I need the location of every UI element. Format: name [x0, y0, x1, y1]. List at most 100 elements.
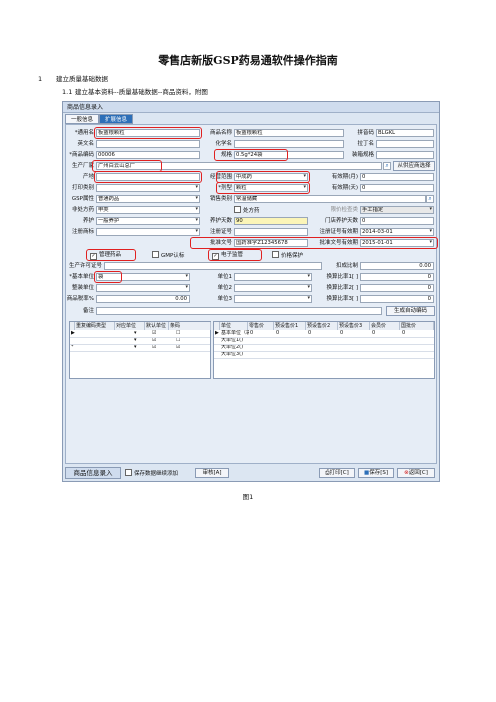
storage-unit-label: 整装单位: [71, 285, 94, 291]
ratio3-input[interactable]: 0: [360, 295, 434, 303]
default-unit-checkbox[interactable]: ☑: [152, 330, 156, 337]
default-unit-checkbox[interactable]: ☑: [152, 337, 156, 344]
origin-label: 产地: [82, 174, 94, 180]
price-row-unit[interactable]: 大单位3(): [221, 351, 243, 358]
grid-line: [214, 337, 434, 338]
barcode-grid: 重复编码类型 对应单位 默认单位 条码 ▶ ▾ ☑ ☐ ▾ ☑ ☐ * ▾ ☑ …: [69, 321, 211, 379]
price-cell[interactable]: 0: [340, 330, 343, 337]
grid-line: [70, 337, 210, 338]
price-cell[interactable]: 0: [308, 330, 311, 337]
generic-name-label: *通用名: [74, 130, 94, 136]
search-icon[interactable]: ⌕: [383, 162, 391, 170]
validity-day-input[interactable]: 0: [360, 184, 434, 192]
prescription-checkbox[interactable]: 处方药: [234, 206, 260, 215]
unit2-select[interactable]: [234, 284, 312, 292]
dropdown-icon[interactable]: ▾: [134, 344, 137, 351]
package-spec-label: 装箱规格: [351, 152, 374, 158]
price-cell[interactable]: 0: [250, 330, 253, 337]
default-unit-checkbox[interactable]: ☑: [152, 344, 156, 351]
validity-day-label: 有效期(天): [331, 185, 358, 191]
english-name-input[interactable]: [96, 140, 200, 148]
latin-name-input[interactable]: [376, 140, 434, 148]
storage-unit-select[interactable]: [96, 284, 190, 292]
print-category-label: 打印类别: [71, 185, 94, 191]
price-row-unit[interactable]: 基本单位（袋）: [221, 330, 249, 337]
barcode-checkbox[interactable]: ☐: [176, 330, 180, 337]
latin-name-label: 拉丁名: [357, 141, 374, 147]
unit3-label: 单位3: [217, 296, 233, 302]
sales-category-input[interactable]: 常温储藏: [234, 195, 426, 203]
chemical-name-input[interactable]: [234, 140, 344, 148]
package-spec-input[interactable]: [376, 151, 434, 159]
store-maintenance-days-input[interactable]: 0: [360, 217, 434, 225]
validity-month-input[interactable]: 0: [360, 173, 434, 181]
unit1-select[interactable]: [234, 273, 312, 281]
save-button[interactable]: ■保存[S]: [358, 468, 394, 478]
section-number: 1: [38, 75, 43, 83]
highlight-origin: [94, 171, 202, 183]
limit-model-select[interactable]: 手工指定: [360, 206, 434, 214]
price-cell[interactable]: 0: [372, 330, 375, 337]
form-pane: *通用名 板蓝根颗粒 商品名称 板蓝根颗粒 拼音码 BLGKL 英文名 化学名 …: [65, 124, 438, 464]
audit-button[interactable]: 审核[A]: [195, 468, 229, 478]
grid-header: 预设售价2: [306, 322, 338, 330]
license-no-input[interactable]: [104, 262, 322, 270]
pinyin-input[interactable]: BLGKL: [376, 129, 434, 137]
price-protect-checkbox[interactable]: 价格保护: [272, 251, 303, 260]
tax-rate-input[interactable]: 0.00: [96, 295, 190, 303]
checkbox-box: [234, 206, 241, 213]
unit3-select[interactable]: [234, 295, 312, 303]
reg-cert-input[interactable]: [234, 228, 308, 236]
ratio2-input[interactable]: 0: [360, 284, 434, 292]
maintenance-select[interactable]: 一般养护: [96, 217, 200, 225]
section-text: 建立质量基础数据: [56, 75, 108, 83]
continue-add-label: 保存数据继续添加: [134, 471, 179, 477]
auto-code-button[interactable]: 生成自动编码: [386, 306, 435, 316]
bottom-tab[interactable]: 商品信息录入: [65, 467, 121, 479]
prescription-label: 处方药: [243, 208, 260, 214]
grid-line: [70, 344, 210, 345]
choose-supplier-button[interactable]: 从供应商选择: [393, 161, 435, 171]
otc-drug-select[interactable]: 甲类: [96, 206, 200, 214]
price-row-unit[interactable]: 大单位1(): [221, 337, 243, 344]
ratio1-label: 换算比率1[ ]: [326, 274, 358, 280]
price-cell[interactable]: 0: [276, 330, 279, 337]
price-cell[interactable]: 0: [402, 330, 405, 337]
barcode-checkbox[interactable]: ☐: [176, 337, 180, 344]
maintenance-days-input[interactable]: 90: [234, 217, 308, 225]
save-button-label: 保存[S]: [369, 470, 388, 476]
dropdown-icon[interactable]: ▾: [134, 330, 137, 337]
gmp-label: GMP认标: [161, 253, 185, 259]
price-protect-label: 价格保护: [281, 253, 304, 259]
row-pointer-icon: ▶: [71, 330, 75, 336]
deduct-ratio-input[interactable]: 0.00: [360, 262, 434, 270]
ratio1-input[interactable]: 0: [360, 273, 434, 281]
trademark-select[interactable]: [96, 228, 200, 236]
gmp-checkbox[interactable]: GMP认标: [152, 251, 184, 260]
price-row-unit[interactable]: 大单位2(): [221, 344, 243, 351]
gsp-attr-select[interactable]: 普通药品: [96, 195, 200, 203]
product-code-input[interactable]: 00006: [96, 151, 200, 159]
checkbox-box: [125, 469, 132, 476]
dropdown-icon[interactable]: ▾: [134, 337, 137, 344]
continue-add-checkbox[interactable]: 保存数据继续添加: [125, 469, 178, 478]
grid-line: [214, 358, 434, 359]
remark-input[interactable]: [96, 307, 382, 315]
unit2-label: 单位2: [217, 285, 233, 291]
grid-header: 预设售价3: [338, 322, 370, 330]
print-button[interactable]: ⎙打印[C]: [319, 468, 355, 478]
row-pointer-icon: ▶: [215, 330, 219, 336]
section-heading: 1 建立质量基础数据: [38, 73, 108, 83]
search-icon[interactable]: ⌕: [426, 195, 434, 203]
barcode-checkbox[interactable]: ☑: [176, 344, 180, 351]
product-name-input[interactable]: 板蓝根颗粒: [234, 129, 344, 137]
otc-drug-label: 非处方药: [71, 207, 94, 213]
grid-header: 预设售价1: [274, 322, 306, 330]
tab-general[interactable]: 一般信息: [65, 114, 99, 124]
sales-category-label: 销售类别: [209, 196, 232, 202]
print-category-select[interactable]: [96, 184, 200, 192]
deduct-ratio-label: 扣成比制: [335, 263, 358, 269]
tab-extended[interactable]: 扩展信息: [99, 114, 133, 124]
back-button[interactable]: ⊗返回[C]: [397, 468, 435, 478]
reg-valid-select[interactable]: 2014-03-01: [360, 228, 434, 236]
